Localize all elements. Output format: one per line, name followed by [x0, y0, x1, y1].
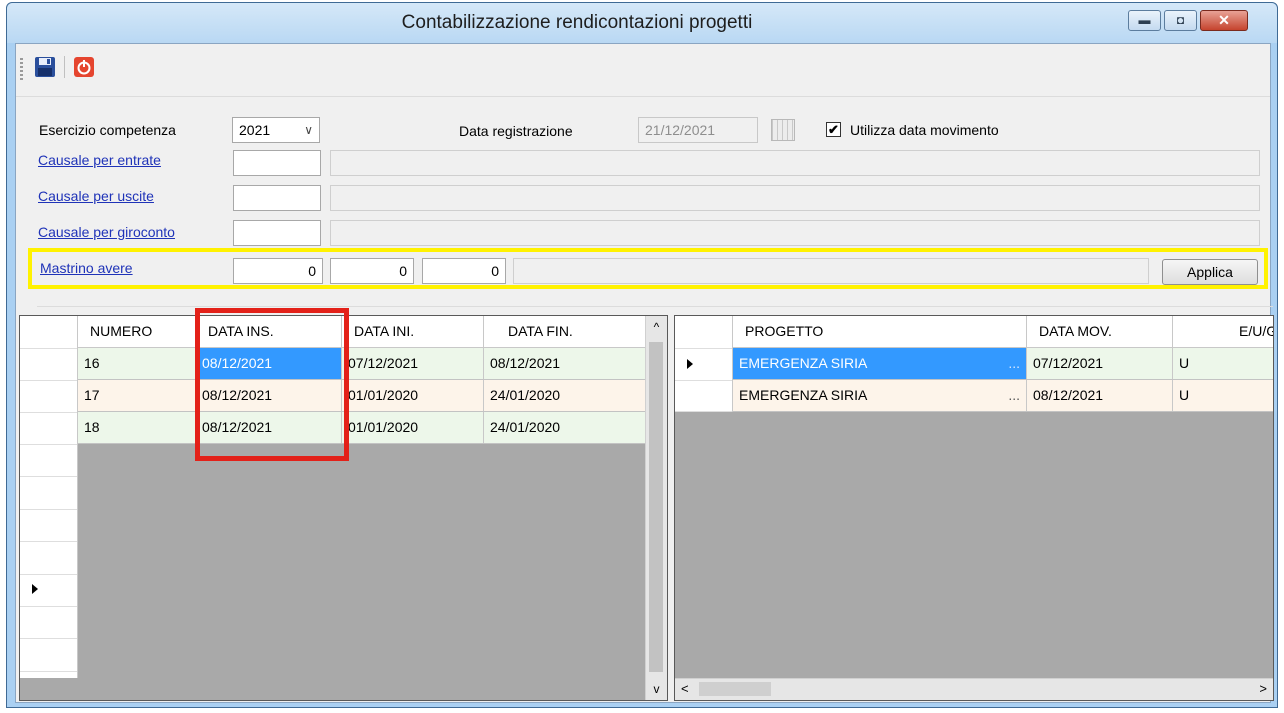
- scroll-right-icon[interactable]: >: [1259, 681, 1267, 696]
- col-data-ini-header[interactable]: DATA INI.: [342, 316, 484, 347]
- cell-numero[interactable]: 18: [78, 412, 196, 443]
- causale-giroconto-description: [330, 220, 1260, 246]
- toolbar-separator: [64, 56, 65, 78]
- scroll-thumb[interactable]: [649, 342, 663, 672]
- col-data-mov-header[interactable]: DATA MOV.: [1027, 316, 1173, 347]
- toolbar-grip-icon[interactable]: [20, 58, 23, 80]
- close-icon: ✕: [1218, 12, 1230, 28]
- causale-uscite-description: [330, 185, 1260, 211]
- causale-entrate-description: [330, 150, 1260, 176]
- cell-data-ini[interactable]: 01/01/2020: [342, 380, 484, 411]
- minimize-button[interactable]: ▬: [1128, 10, 1161, 31]
- window-title: Contabilizzazione rendicontazioni proget…: [401, 12, 753, 33]
- cell-numero[interactable]: 16: [78, 348, 196, 379]
- minimize-icon: ▬: [1138, 13, 1151, 27]
- right-horizontal-scrollbar[interactable]: < >: [675, 678, 1273, 700]
- cell-progetto-text: EMERGENZA SIRIA: [739, 387, 868, 403]
- cell-data-ini[interactable]: 07/12/2021: [342, 348, 484, 379]
- col-eug-header[interactable]: E/U/G: [1173, 316, 1273, 347]
- data-registrazione-label: Data registrazione: [459, 123, 573, 139]
- esercizio-label: Esercizio competenza: [39, 122, 176, 138]
- calendar-icon[interactable]: [771, 119, 795, 141]
- title-bar[interactable]: Contabilizzazione rendicontazioni proget…: [7, 3, 1277, 43]
- ellipsis-button[interactable]: ...: [1008, 380, 1020, 411]
- scroll-up-icon[interactable]: ^: [646, 320, 667, 334]
- causale-uscite-code-input[interactable]: [233, 185, 321, 211]
- causale-uscite-link[interactable]: Causale per uscite: [38, 188, 154, 204]
- table-row[interactable]: EMERGENZA SIRIA ... 08/12/2021 U: [733, 380, 1273, 412]
- esercizio-select[interactable]: 2021 ∨: [232, 117, 320, 143]
- cell-eug[interactable]: U: [1173, 348, 1273, 379]
- scroll-thumb[interactable]: [699, 682, 771, 696]
- causale-giroconto-code-input[interactable]: [233, 220, 321, 246]
- cell-progetto-text: EMERGENZA SIRIA: [739, 355, 868, 371]
- left-grid-header: NUMERO DATA INS. DATA INI. DATA FIN.: [78, 316, 646, 348]
- right-grid-header: PROGETTO DATA MOV. E/U/G: [733, 316, 1273, 348]
- cell-data-fin[interactable]: 24/01/2020: [484, 412, 646, 443]
- cell-eug[interactable]: U: [1173, 380, 1273, 411]
- toolbar: [16, 44, 1270, 97]
- col-data-fin-header[interactable]: DATA FIN.: [484, 316, 646, 347]
- esercizio-value: 2021: [239, 122, 271, 138]
- causale-entrate-link[interactable]: Causale per entrate: [38, 152, 161, 168]
- table-row[interactable]: 17 08/12/2021 01/01/2020 24/01/2020: [78, 380, 646, 412]
- col-progetto-header[interactable]: PROGETTO: [733, 316, 1027, 347]
- scroll-left-icon[interactable]: <: [681, 681, 689, 696]
- utilizza-data-checkbox[interactable]: ✔: [826, 122, 841, 137]
- floppy-disk-icon: [35, 57, 55, 77]
- right-row-header-column: [675, 316, 733, 412]
- cell-data-mov[interactable]: 07/12/2021: [1027, 348, 1173, 379]
- left-row-header-column: [20, 316, 78, 678]
- col-numero-header[interactable]: NUMERO: [78, 316, 196, 347]
- cell-progetto[interactable]: EMERGENZA SIRIA ...: [733, 348, 1027, 379]
- current-row-pointer-icon: [687, 359, 693, 369]
- splitter-line: [37, 306, 1273, 307]
- causale-entrate-code-input[interactable]: [233, 150, 321, 176]
- chevron-down-icon: ∨: [304, 123, 313, 137]
- exit-button[interactable]: [73, 56, 95, 78]
- data-registrazione-field[interactable]: 21/12/2021: [638, 117, 758, 143]
- cell-data-fin[interactable]: 08/12/2021: [484, 348, 646, 379]
- right-grid[interactable]: PROGETTO DATA MOV. E/U/G EMERGENZA SIRIA…: [674, 315, 1274, 701]
- table-row[interactable]: 16 08/12/2021 07/12/2021 08/12/2021: [78, 348, 646, 380]
- current-row-pointer-icon: [32, 584, 38, 594]
- data-ins-highlight-box: [195, 308, 349, 461]
- cell-numero[interactable]: 17: [78, 380, 196, 411]
- maximize-icon: ◘: [1176, 13, 1185, 27]
- utilizza-data-label: Utilizza data movimento: [850, 122, 999, 138]
- cell-data-mov[interactable]: 08/12/2021: [1027, 380, 1173, 411]
- cell-progetto[interactable]: EMERGENZA SIRIA ...: [733, 380, 1027, 411]
- ellipsis-button[interactable]: ...: [1008, 348, 1020, 379]
- cell-data-ini[interactable]: 01/01/2020: [342, 412, 484, 443]
- power-exit-icon: [74, 57, 94, 77]
- causale-giroconto-link[interactable]: Causale per giroconto: [38, 224, 175, 240]
- save-button[interactable]: [34, 56, 56, 78]
- table-row[interactable]: EMERGENZA SIRIA ... 07/12/2021 U: [733, 348, 1273, 380]
- maximize-button[interactable]: ◘: [1164, 10, 1197, 31]
- cell-data-fin[interactable]: 24/01/2020: [484, 380, 646, 411]
- mastrino-highlight-box: [28, 248, 1268, 289]
- close-button[interactable]: ✕: [1200, 10, 1248, 31]
- table-row[interactable]: 18 08/12/2021 01/01/2020 24/01/2020: [78, 412, 646, 444]
- scroll-down-icon[interactable]: v: [646, 682, 667, 696]
- left-vertical-scrollbar[interactable]: ^ v: [645, 316, 667, 700]
